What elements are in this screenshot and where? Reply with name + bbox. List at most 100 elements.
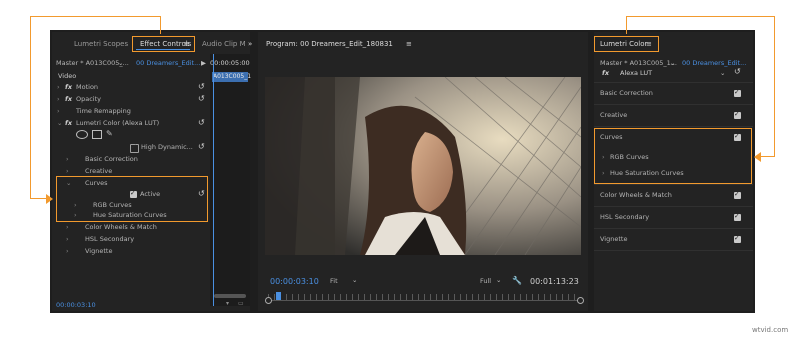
filter-icon[interactable]: ▾: [226, 298, 229, 309]
premiere-workspace: Lumetri Scopes Effect Controls ≡ Audio C…: [50, 30, 755, 313]
color-wheels-twirl-icon[interactable]: ›: [66, 222, 69, 233]
watermark: wtvid.com: [752, 326, 789, 334]
callout-arrowhead-icon: [46, 194, 53, 204]
mini-timeline-timecode: 00:00:05:00: [210, 59, 250, 67]
callout-line: [626, 16, 627, 34]
lumetri-twirl-icon[interactable]: ⌄: [57, 118, 62, 129]
color-wheels-checkbox[interactable]: [734, 190, 741, 199]
callout-arrowhead-icon: [754, 152, 761, 162]
resolution-select[interactable]: Full: [480, 276, 491, 287]
hue-sat-twirl-icon[interactable]: ›: [602, 168, 605, 179]
callout-line: [774, 16, 775, 156]
chevron-down-icon[interactable]: ⌄: [118, 58, 123, 69]
callout-line: [30, 16, 31, 198]
in-point-handle[interactable]: [265, 297, 272, 304]
curves-twirl-icon[interactable]: ⌄: [66, 178, 71, 189]
play-triangle-icon[interactable]: ▶: [201, 58, 206, 69]
mini-timeline[interactable]: 00:00:05:00 A013C005_1 ▾ ▭: [210, 54, 252, 309]
hsl-twirl-icon[interactable]: ›: [66, 234, 69, 245]
section-hsl-secondary[interactable]: HSL Secondary: [600, 212, 649, 223]
high-dynamic-label: High Dynamic...: [141, 143, 193, 151]
reset-icon[interactable]: ↺: [198, 189, 205, 198]
section-basic-correction[interactable]: Basic Correction: [600, 88, 653, 99]
source-clip-link[interactable]: 00 Dreamers_Edit...: [136, 58, 200, 69]
tab-underline: [136, 49, 190, 50]
tab-lumetri-color[interactable]: Lumetri Color: [600, 38, 647, 50]
export-frame-icon[interactable]: ▭: [238, 298, 244, 309]
callout-line: [626, 16, 774, 17]
rgb-curves-twirl-icon[interactable]: ›: [602, 152, 605, 163]
out-point-handle[interactable]: [577, 297, 584, 304]
fx-icon: fx: [65, 83, 73, 91]
panel-menu-icon[interactable]: ≡: [406, 38, 412, 50]
section-creative[interactable]: Creative: [600, 110, 627, 121]
video-frame: [265, 77, 581, 255]
program-monitor: Program: 00 Dreamers_Edit_180831 ≡ 00:00…: [258, 32, 588, 311]
divider: [594, 126, 753, 127]
divider: [594, 82, 753, 83]
reset-icon[interactable]: ↺: [198, 118, 205, 127]
curves-checkbox[interactable]: [734, 132, 741, 141]
section-curves[interactable]: Curves: [600, 132, 623, 143]
basic-correction-checkbox[interactable]: [734, 88, 741, 97]
tab-audio-clip-mixer[interactable]: Audio Clip M: [202, 38, 246, 50]
hsl-secondary-checkbox[interactable]: [734, 212, 741, 221]
color-wheels-label: Color Wheels & Match: [85, 223, 157, 231]
reset-icon[interactable]: ↺: [198, 142, 205, 151]
hue-sat-curves-label[interactable]: Hue Saturation Curves: [610, 168, 684, 179]
playhead-timecode[interactable]: 00:00:03:10: [270, 276, 319, 287]
ruler-ticks: [268, 294, 580, 300]
rgb-curves-label[interactable]: RGB Curves: [610, 152, 649, 163]
motion-label: Motion: [76, 83, 99, 91]
ellipse-mask-icon[interactable]: [76, 130, 88, 139]
tab-lumetri-scopes[interactable]: Lumetri Scopes: [74, 38, 128, 50]
basic-twirl-icon[interactable]: ›: [66, 154, 69, 165]
hue-sat-twirl-icon[interactable]: ›: [74, 210, 77, 221]
hsl-secondary-label: HSL Secondary: [85, 235, 135, 243]
time-ruler[interactable]: [265, 292, 584, 304]
rectangle-mask-icon[interactable]: [92, 130, 102, 139]
motion-twirl-icon[interactable]: ›: [57, 82, 60, 93]
current-timecode[interactable]: 00:00:03:10: [56, 300, 96, 311]
fx-icon: fx: [65, 95, 73, 103]
section-vignette[interactable]: Vignette: [600, 234, 627, 245]
active-checkbox[interactable]: [130, 189, 137, 198]
curves-label: Curves: [85, 179, 108, 187]
hue-sat-curves-label: Hue Saturation Curves: [93, 211, 167, 219]
basic-correction-label: Basic Correction: [85, 155, 138, 163]
reset-icon[interactable]: ↺: [198, 82, 205, 91]
pen-mask-icon[interactable]: ✎: [106, 128, 113, 139]
high-dynamic-checkbox[interactable]: [130, 143, 139, 153]
creative-checkbox[interactable]: [734, 110, 741, 119]
fx-icon: fx: [65, 119, 73, 127]
video-section-label: Video: [58, 72, 77, 80]
lumetri-effect-label: Lumetri Color (Alexa LUT): [76, 119, 160, 127]
program-monitor-title: Program: 00 Dreamers_Edit_180831: [266, 40, 393, 48]
section-color-wheels[interactable]: Color Wheels & Match: [600, 190, 672, 201]
divider: [594, 250, 753, 251]
overflow-icon[interactable]: »: [248, 38, 252, 50]
chevron-down-icon[interactable]: ⌄: [496, 275, 501, 286]
chevron-down-icon[interactable]: ⌄: [352, 275, 357, 286]
reset-icon[interactable]: ↺: [198, 94, 205, 103]
callout-line: [760, 156, 775, 157]
ruler-track: [268, 300, 580, 301]
clip-bar[interactable]: A013C005_1: [212, 72, 252, 82]
chevron-down-icon[interactable]: ⌄: [670, 58, 675, 69]
fx-icon: fx: [602, 69, 610, 77]
chevron-down-icon[interactable]: ⌄: [720, 68, 725, 79]
playhead-marker[interactable]: [276, 292, 281, 300]
time-remapping-label: Time Remapping: [76, 107, 131, 115]
vignette-twirl-icon[interactable]: ›: [66, 246, 69, 257]
settings-wrench-icon[interactable]: 🔧: [512, 275, 522, 286]
panel-menu-icon[interactable]: ≡: [646, 38, 652, 50]
callout-line: [30, 16, 160, 17]
zoom-select[interactable]: Fit: [330, 276, 338, 287]
time-remap-twirl-icon[interactable]: ›: [57, 106, 60, 117]
vignette-label: Vignette: [85, 247, 113, 255]
playhead-line[interactable]: [213, 54, 214, 306]
reset-icon[interactable]: ↺: [734, 67, 741, 76]
opacity-twirl-icon[interactable]: ›: [57, 94, 60, 105]
clip-bar-label: A013C005_1: [213, 73, 252, 80]
vignette-checkbox[interactable]: [734, 234, 741, 243]
